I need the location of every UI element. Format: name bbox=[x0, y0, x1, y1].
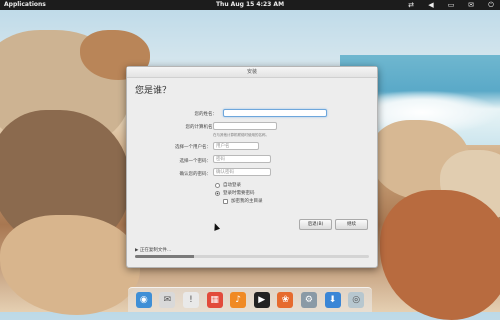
confirm-password-field[interactable]: 确认密码 bbox=[213, 168, 271, 176]
page-title: 您是谁？ bbox=[135, 86, 172, 96]
auto-login-radio[interactable] bbox=[215, 182, 220, 188]
require-password-option[interactable]: 登录时需要密码 bbox=[215, 190, 255, 196]
volume-icon[interactable]: ◀ bbox=[426, 0, 436, 10]
software-center-icon[interactable]: ⬇ bbox=[324, 292, 341, 308]
username-label: 选择一个用户名： bbox=[175, 145, 211, 150]
computer-name-hint: 在与其他计算机联络时使用的名称。 bbox=[213, 133, 269, 137]
install-progress-fill bbox=[135, 255, 194, 258]
browser-icon[interactable]: ◉ bbox=[135, 292, 152, 308]
computer-name-field[interactable] bbox=[213, 122, 277, 130]
your-name-label: 您的姓名： bbox=[194, 112, 218, 117]
power-icon[interactable]: ⏻ bbox=[486, 0, 496, 10]
encrypt-home-label: 加密我的主目录 bbox=[231, 199, 263, 204]
username-field[interactable]: 用户名 bbox=[213, 142, 259, 150]
continue-button[interactable]: 继续 bbox=[335, 219, 368, 230]
installer-window: 安装 您是谁？ 您的姓名： 您的计算机名： 在与其他计算机联络时使用的名称。 选… bbox=[126, 66, 378, 268]
wallpaper-rock bbox=[0, 215, 140, 315]
require-password-label: 登录时需要密码 bbox=[223, 191, 255, 196]
wallpaper-rock bbox=[380, 190, 500, 320]
calendar-icon[interactable]: ▦ bbox=[206, 292, 223, 308]
require-password-radio[interactable] bbox=[215, 190, 220, 196]
encrypt-home-option[interactable]: 加密我的主目录 bbox=[223, 198, 263, 204]
photos-icon[interactable]: ❀ bbox=[277, 292, 294, 308]
info-icon[interactable]: ! bbox=[182, 292, 199, 308]
install-status-text: 正在复制文件... bbox=[139, 248, 172, 253]
network-icon[interactable]: ⇄ bbox=[406, 0, 416, 10]
video-icon[interactable]: ▶ bbox=[253, 292, 270, 308]
top-panel: Applications Thu Aug 15 4:23 AM ⇄ ◀ ▭ ✉ … bbox=[0, 0, 500, 10]
battery-icon[interactable]: ▭ bbox=[446, 0, 456, 10]
install-status[interactable]: ▶ 正在复制文件... bbox=[135, 247, 171, 253]
mail-icon[interactable]: ✉ bbox=[466, 0, 476, 10]
password-label: 选择一个密码： bbox=[179, 159, 212, 164]
back-button[interactable]: 后退(B) bbox=[299, 219, 332, 230]
password-field[interactable]: 密码 bbox=[213, 155, 271, 163]
system-tray: ⇄ ◀ ▭ ✉ ⏻ bbox=[406, 0, 496, 10]
install-progress-bar bbox=[135, 255, 369, 258]
dock: ◉ ✉! ▦ ♪ ▶ ❀ ⚙ ⬇ ◎ bbox=[128, 287, 372, 312]
music-icon[interactable]: ♪ bbox=[230, 292, 247, 308]
window-title[interactable]: 安装 bbox=[127, 67, 377, 78]
auto-login-label: 自动登录 bbox=[223, 183, 241, 188]
computer-name-label: 您的计算机名： bbox=[185, 125, 218, 130]
your-name-field[interactable] bbox=[223, 109, 327, 117]
disc-icon[interactable]: ◎ bbox=[348, 292, 365, 308]
encrypt-home-checkbox[interactable] bbox=[223, 198, 228, 204]
confirm-password-label: 确认您的密码： bbox=[179, 172, 212, 177]
mail-app-icon[interactable]: ✉ bbox=[159, 292, 176, 308]
auto-login-option[interactable]: 自动登录 bbox=[215, 182, 241, 188]
settings-icon[interactable]: ⚙ bbox=[300, 292, 317, 308]
